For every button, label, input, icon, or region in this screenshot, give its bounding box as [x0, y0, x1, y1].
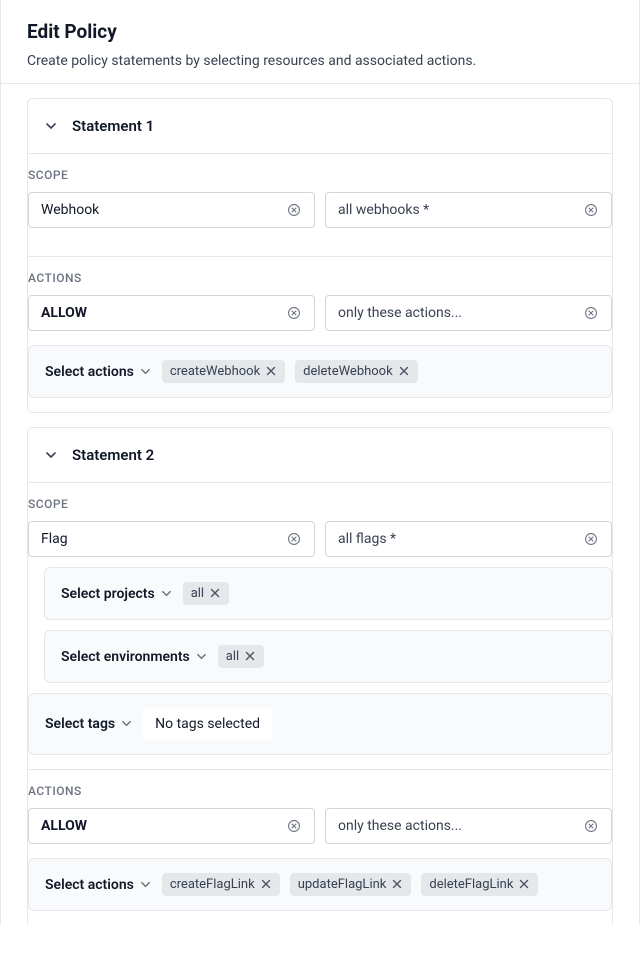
remove-chip-icon[interactable] [399, 366, 410, 377]
action-chip: updateFlagLink [290, 873, 412, 896]
action-chip: deleteFlagLink [421, 873, 538, 896]
statement-2: Statement 2 SCOPE Flag [27, 427, 613, 925]
chip-label: updateFlagLink [298, 877, 387, 892]
clear-icon[interactable] [583, 202, 599, 218]
clear-icon[interactable] [583, 818, 599, 834]
chip-label: createFlagLink [170, 877, 255, 892]
action-chip: createWebhook [162, 360, 285, 383]
chip-label: deleteWebhook [303, 364, 393, 379]
chevron-down-icon [196, 651, 208, 663]
statement-2-header[interactable]: Statement 2 [28, 428, 612, 482]
no-tags-text: No tags selected [143, 708, 272, 740]
scope-type-value: Webhook [41, 202, 99, 218]
select-actions-label: Select actions [45, 877, 134, 893]
remove-chip-icon[interactable] [245, 651, 256, 662]
project-chip: all [183, 582, 229, 605]
select-tags-label: Select tags [45, 716, 115, 732]
remove-chip-icon[interactable] [392, 879, 403, 890]
actions-label: ACTIONS [28, 784, 612, 808]
page-title: Edit Policy [27, 20, 613, 43]
chevron-down-icon [140, 366, 152, 378]
remove-chip-icon[interactable] [210, 588, 221, 599]
action-chip: createFlagLink [162, 873, 280, 896]
action-mode-select[interactable]: ALLOW [28, 808, 315, 844]
select-actions-toggle[interactable]: Select actions [45, 364, 152, 380]
scope-value-text: all webhooks * [338, 202, 429, 218]
page-subtitle: Create policy statements by selecting re… [27, 53, 613, 69]
select-projects-label: Select projects [61, 586, 155, 602]
action-mode-value: ALLOW [41, 818, 87, 834]
select-actions-row: Select actions createFlagLink [28, 858, 612, 911]
chip-label: deleteFlagLink [429, 877, 513, 892]
scope-type-select[interactable]: Webhook [28, 192, 315, 228]
scope-value-select[interactable]: all webhooks * [325, 192, 612, 228]
clear-icon[interactable] [583, 531, 599, 547]
select-environments-row: Select environments all [44, 630, 612, 683]
select-actions-label: Select actions [45, 364, 134, 380]
scope-label: SCOPE [28, 497, 612, 521]
scope-value-select[interactable]: all flags * [325, 521, 612, 557]
clear-icon[interactable] [583, 305, 599, 321]
clear-icon[interactable] [286, 202, 302, 218]
chip-label: all [191, 586, 204, 601]
clear-icon[interactable] [286, 531, 302, 547]
environment-chip: all [218, 645, 264, 668]
action-mode-value: ALLOW [41, 305, 87, 321]
select-projects-row: Select projects all [44, 567, 612, 620]
chip-label: createWebhook [170, 364, 260, 379]
action-filter-text: only these actions... [338, 305, 462, 321]
actions-label: ACTIONS [28, 271, 612, 295]
statement-1: Statement 1 SCOPE Webhook [27, 98, 613, 413]
statement-1-title: Statement 1 [72, 117, 154, 135]
scope-type-value: Flag [41, 531, 68, 547]
select-actions-row: Select actions createWebhook [28, 345, 612, 398]
scope-type-select[interactable]: Flag [28, 521, 315, 557]
action-filter-select[interactable]: only these actions... [325, 808, 612, 844]
chip-label: all [226, 649, 239, 664]
chevron-down-icon [161, 588, 173, 600]
select-tags-row: Select tags No tags selected [28, 693, 612, 755]
chevron-down-icon [121, 718, 133, 730]
action-filter-text: only these actions... [338, 818, 462, 834]
chevron-down-icon [44, 448, 58, 462]
scope-value-text: all flags * [338, 531, 396, 547]
statement-1-header[interactable]: Statement 1 [28, 99, 612, 153]
remove-chip-icon[interactable] [261, 879, 272, 890]
statement-2-title: Statement 2 [72, 446, 154, 464]
select-tags-toggle[interactable]: Select tags [45, 716, 133, 732]
select-actions-toggle[interactable]: Select actions [45, 877, 152, 893]
scope-label: SCOPE [28, 168, 612, 192]
clear-icon[interactable] [286, 305, 302, 321]
action-chip: deleteWebhook [295, 360, 418, 383]
remove-chip-icon[interactable] [519, 879, 530, 890]
clear-icon[interactable] [286, 818, 302, 834]
chevron-down-icon [44, 119, 58, 133]
action-mode-select[interactable]: ALLOW [28, 295, 315, 331]
select-environments-label: Select environments [61, 649, 190, 665]
select-environments-toggle[interactable]: Select environments [61, 649, 208, 665]
select-projects-toggle[interactable]: Select projects [61, 586, 173, 602]
chevron-down-icon [140, 879, 152, 891]
action-filter-select[interactable]: only these actions... [325, 295, 612, 331]
remove-chip-icon[interactable] [266, 366, 277, 377]
